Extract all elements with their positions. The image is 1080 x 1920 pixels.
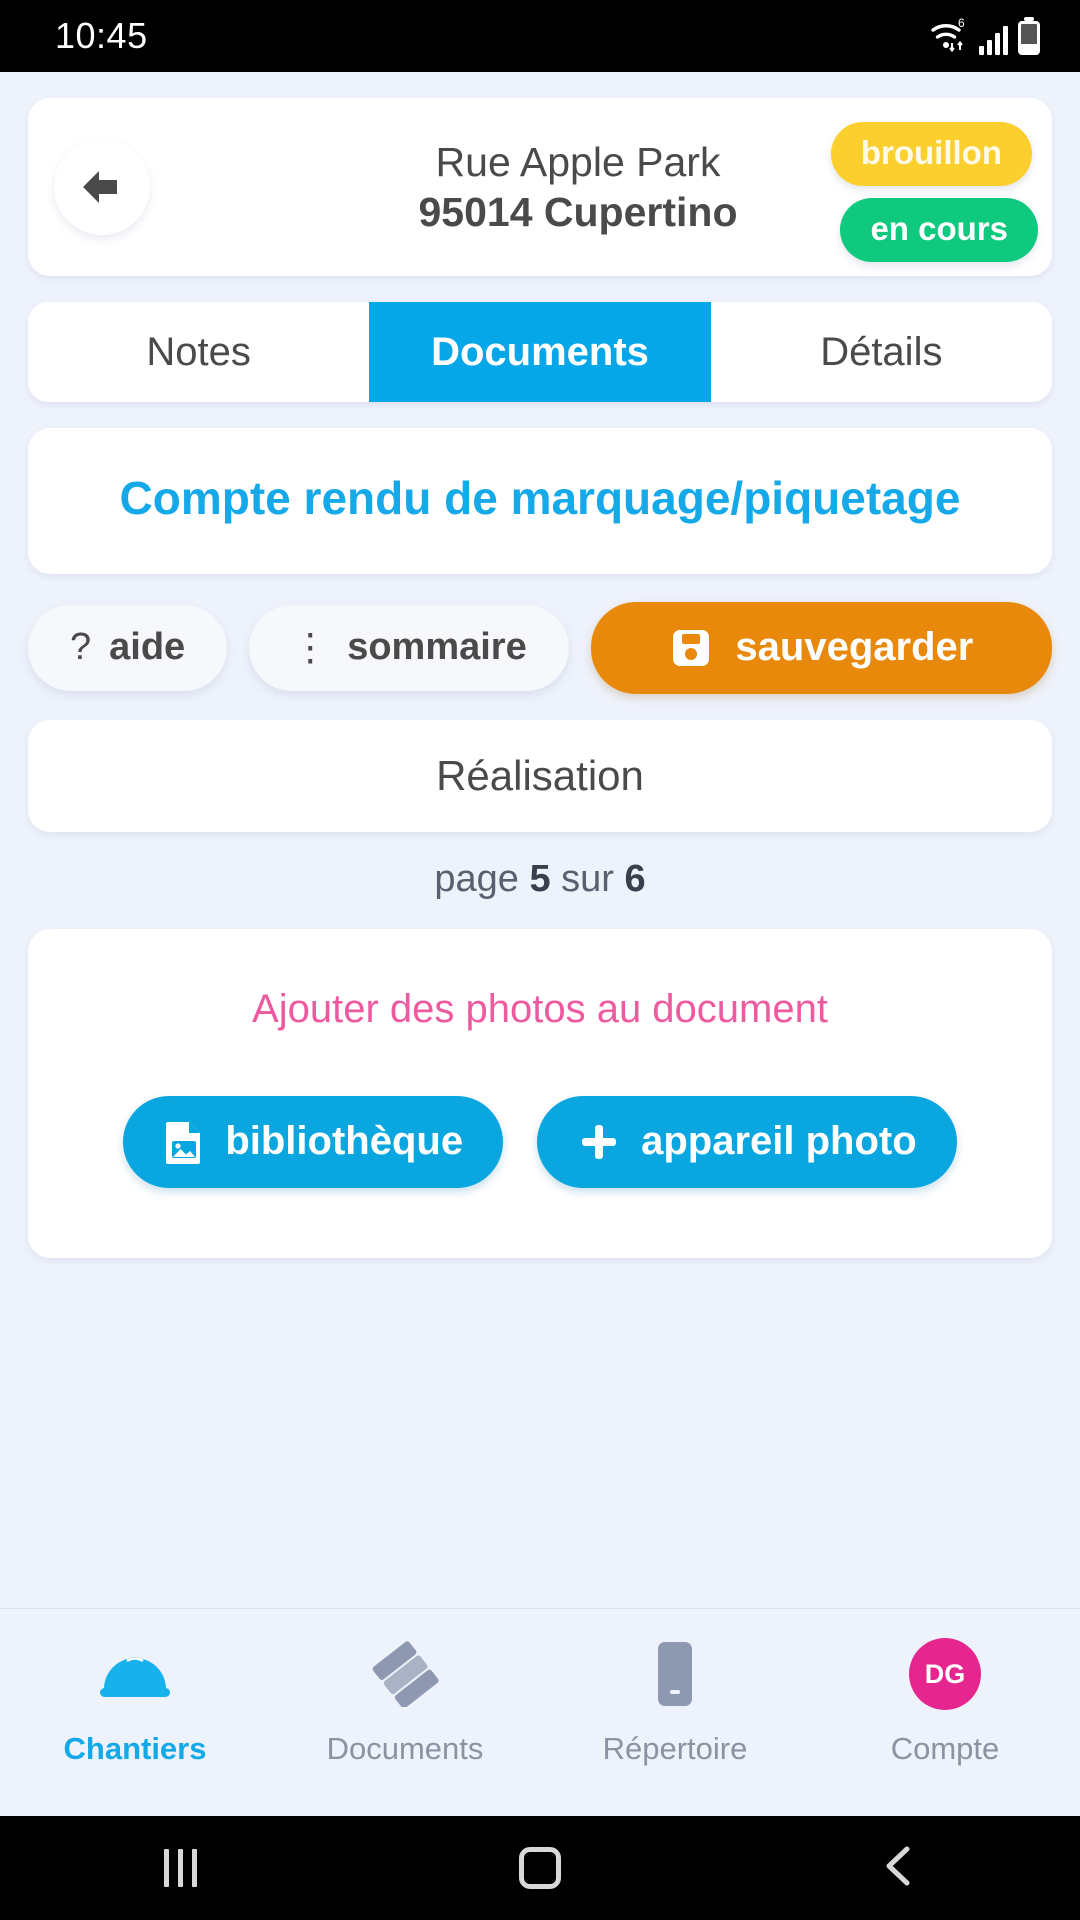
photo-buttons-row: bibliothèque appareil photo xyxy=(58,1095,1022,1188)
home-icon xyxy=(519,1847,561,1889)
page-indicator: page 5 sur 6 xyxy=(28,832,1052,923)
hard-hat-icon xyxy=(96,1631,174,1717)
arrow-left-icon xyxy=(77,165,127,209)
document-actions: ? aide ⋮ sommaire sauvegarder xyxy=(28,601,1052,694)
image-file-icon xyxy=(163,1119,205,1165)
plus-icon xyxy=(577,1120,621,1164)
page-total: 6 xyxy=(624,857,646,900)
battery-icon xyxy=(1018,21,1040,55)
status-bar-icons: 6 xyxy=(929,17,1040,55)
camera-button[interactable]: appareil photo xyxy=(537,1095,957,1188)
cellular-signal-icon xyxy=(979,25,1008,55)
save-button[interactable]: sauvegarder xyxy=(590,601,1052,694)
status-bar: 10:45 6 xyxy=(0,0,1080,72)
camera-button-label: appareil photo xyxy=(641,1119,917,1164)
back-nav-button[interactable] xyxy=(720,1843,1080,1894)
site-header-card: Rue Apple Park 95014 Cupertino brouillon… xyxy=(28,98,1052,276)
tab-details[interactable]: Détails xyxy=(710,302,1052,402)
summary-button[interactable]: ⋮ sommaire xyxy=(249,604,569,691)
phone-screen: 10:45 6 Rue Apple Park 95014 Cupertino b… xyxy=(0,0,1080,1920)
nav-item-repertoire[interactable]: Répertoire xyxy=(540,1631,810,1767)
nav-label-repertoire: Répertoire xyxy=(602,1731,748,1766)
back-chevron-icon xyxy=(880,1843,920,1894)
recents-button[interactable] xyxy=(0,1849,360,1887)
svg-text:6: 6 xyxy=(958,17,965,30)
vertical-dots-icon: ⋮ xyxy=(291,627,330,670)
tab-notes[interactable]: Notes xyxy=(28,302,370,402)
document-title: Compte rendu de marquage/piquetage xyxy=(119,472,961,524)
home-button[interactable] xyxy=(360,1847,720,1889)
recents-icon xyxy=(163,1849,197,1887)
avatar-icon: DG xyxy=(909,1631,981,1717)
nav-label-documents: Documents xyxy=(326,1731,484,1766)
page-middle: sur xyxy=(561,857,614,900)
phone-icon xyxy=(650,1631,700,1717)
back-button[interactable] xyxy=(54,139,150,235)
tab-documents[interactable]: Documents xyxy=(369,302,711,402)
status-badges: brouillon en cours xyxy=(830,122,1038,262)
status-badge-progress[interactable]: en cours xyxy=(840,198,1038,262)
nav-item-documents[interactable]: Documents xyxy=(270,1631,540,1767)
nav-item-compte[interactable]: DG Compte xyxy=(810,1631,1080,1767)
library-button-label: bibliothèque xyxy=(225,1119,464,1164)
bottom-navigation: Chantiers Documents Répertoire DG Compte xyxy=(0,1608,1080,1816)
add-photos-card: Ajouter des photos au document bibliothè… xyxy=(28,928,1052,1258)
question-mark-icon: ? xyxy=(70,626,92,669)
help-button-label: aide xyxy=(109,626,186,669)
page-current: 5 xyxy=(529,857,551,900)
nav-item-chantiers[interactable]: Chantiers xyxy=(0,1631,270,1767)
summary-button-label: sommaire xyxy=(347,626,527,669)
main-content: Rue Apple Park 95014 Cupertino brouillon… xyxy=(0,72,1080,1608)
add-photos-title: Ajouter des photos au document xyxy=(252,986,828,1031)
section-tabs: Notes Documents Détails xyxy=(28,302,1052,402)
section-title: Réalisation xyxy=(436,751,644,799)
page-prefix: page xyxy=(434,857,519,900)
documents-icon xyxy=(368,1631,442,1717)
nav-label-chantiers: Chantiers xyxy=(63,1731,207,1766)
avatar-initials: DG xyxy=(909,1638,981,1710)
help-button[interactable]: ? aide xyxy=(28,604,228,691)
nav-label-compte: Compte xyxy=(890,1731,1000,1766)
library-button[interactable]: bibliothèque xyxy=(123,1095,504,1188)
document-title-card[interactable]: Compte rendu de marquage/piquetage xyxy=(28,428,1052,574)
status-bar-clock: 10:45 xyxy=(55,15,148,56)
android-navigation-bar xyxy=(0,1816,1080,1920)
section-card[interactable]: Réalisation xyxy=(28,719,1052,832)
save-button-label: sauvegarder xyxy=(735,625,974,670)
floppy-disk-icon xyxy=(669,626,713,670)
wifi-icon: 6 xyxy=(929,17,969,55)
status-badge-draft[interactable]: brouillon xyxy=(830,122,1032,186)
